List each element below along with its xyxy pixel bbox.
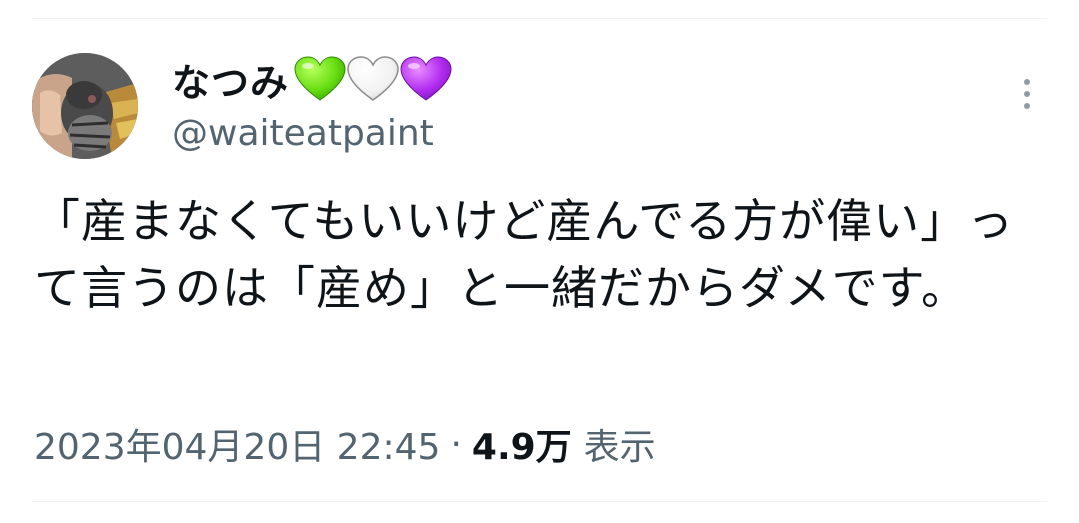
- bottom-divider: [32, 501, 1047, 502]
- more-options-button[interactable]: [1010, 72, 1044, 116]
- name-emoji-group: [293, 56, 452, 102]
- green-heart-icon: [293, 56, 347, 102]
- views-label: 表示: [583, 427, 656, 468]
- tweet-meta-row: 2023年04月20日 22:45 · 4.9万 表示: [34, 418, 656, 470]
- avatar[interactable]: [32, 53, 138, 159]
- display-name[interactable]: なつみ: [172, 52, 289, 107]
- views-count[interactable]: 4.9万: [472, 418, 572, 470]
- more-vertical-icon: [1024, 79, 1030, 85]
- white-heart-icon: [346, 56, 400, 102]
- more-vertical-icon-dot: [1024, 103, 1030, 109]
- tweet-text: 「産まなくてもいいけど産んでる方が偉い」って言うのは「産め」と一緒だからダメです…: [34, 194, 1015, 315]
- tweet-timestamp[interactable]: 2023年04月20日 22:45: [34, 418, 440, 470]
- purple-heart-icon: [399, 56, 453, 102]
- author-handle[interactable]: @waiteatpaint: [172, 110, 434, 158]
- top-divider: [32, 18, 1047, 19]
- meta-separator: ·: [450, 423, 462, 465]
- author-name-row[interactable]: なつみ: [172, 52, 452, 106]
- avatar-photo: [32, 53, 138, 159]
- more-vertical-icon-dot: [1024, 91, 1030, 97]
